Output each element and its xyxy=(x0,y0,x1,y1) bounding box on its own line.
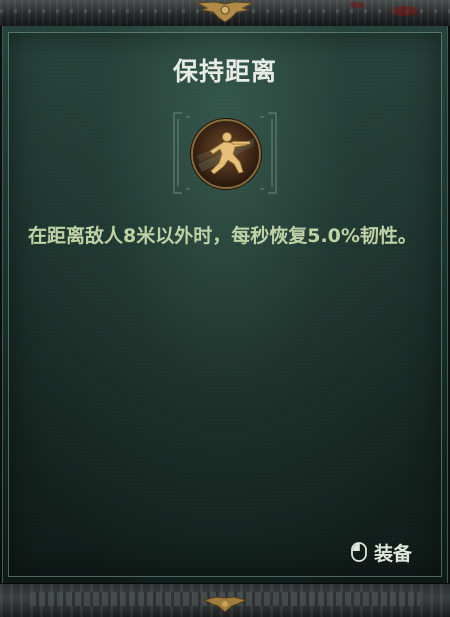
talent-tooltip: 保持距离 在距离敌人8米以外时，每秒恢复5.0%韧性。 装备 xyxy=(0,0,450,617)
running-soldier-icon xyxy=(190,118,262,190)
talent-description: 在距离敌人8米以外时，每秒恢复5.0%韧性。 xyxy=(28,225,417,247)
equip-button[interactable]: 装备 xyxy=(350,538,412,566)
tooltip-panel xyxy=(2,26,448,583)
blood-splatter xyxy=(350,2,364,8)
talent-title: 保持距离 xyxy=(172,57,277,86)
blood-splatter xyxy=(392,6,418,16)
equip-label: 装备 xyxy=(374,542,413,565)
aquila-emblem-icon xyxy=(202,596,248,613)
mouse-icon xyxy=(351,542,367,562)
aquila-emblem-icon xyxy=(195,1,255,23)
